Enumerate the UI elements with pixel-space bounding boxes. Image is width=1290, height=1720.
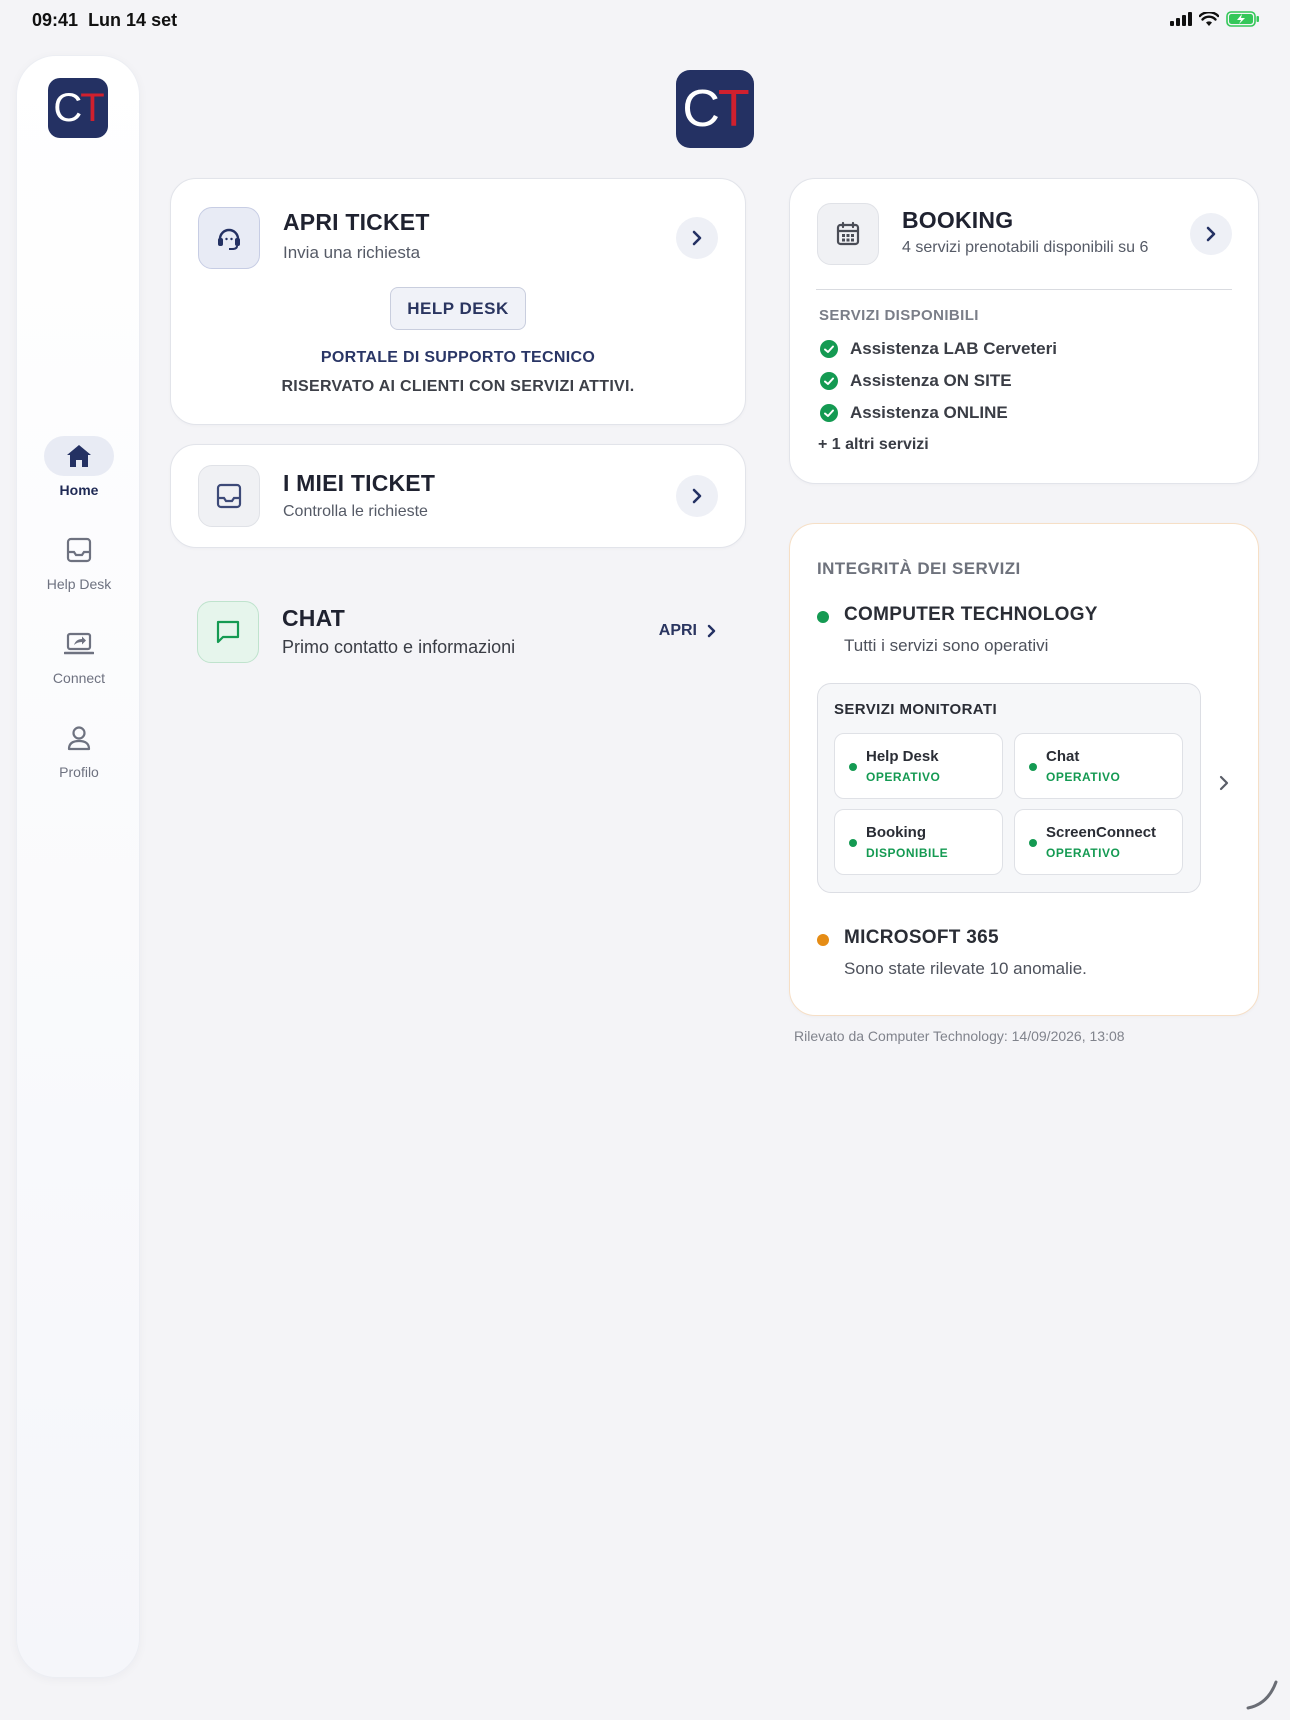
chevron-right-icon <box>1206 226 1216 242</box>
check-circle-icon <box>820 372 838 390</box>
inbox-icon-box <box>198 465 260 527</box>
service-name: Booking <box>866 824 926 841</box>
sidebar-item-connect[interactable]: Connect <box>17 624 141 686</box>
service-name: ScreenConnect <box>1046 824 1157 841</box>
service-status: DISPONIBILE <box>866 846 949 860</box>
chat-row[interactable]: CHAT Primo contatto e informazioni APRI <box>170 595 746 675</box>
status-dot-warning <box>817 934 829 946</box>
sidebar: CT Home Help Desk Connect Profilo <box>16 55 140 1678</box>
booking-arrow-button[interactable] <box>1190 213 1232 255</box>
monitored-service-chat[interactable]: Chat OPERATIVO <box>1014 733 1183 799</box>
miei-ticket-card[interactable]: I MIEI TICKET Controlla le richieste <box>170 444 746 548</box>
miei-ticket-title: I MIEI TICKET <box>283 470 436 496</box>
chevron-right-icon <box>692 230 702 246</box>
battery-charging-icon <box>1226 11 1259 27</box>
servizi-disponibili-label: SERVIZI DISPONIBILI <box>819 307 979 324</box>
sidebar-item-label: Connect <box>52 670 106 686</box>
check-circle-icon <box>820 340 838 358</box>
miei-ticket-arrow-button[interactable] <box>676 475 718 517</box>
corner-indicator <box>1246 1680 1278 1710</box>
booking-divider <box>816 289 1232 290</box>
provider-status: Tutti i servizi sono operativi <box>844 636 1049 655</box>
monitored-services-box: SERVIZI MONITORATI Help Desk OPERATIVO C… <box>817 683 1201 893</box>
provider-status: Sono state rilevate 10 anomalie. <box>844 959 1087 978</box>
chevron-right-icon <box>692 488 702 504</box>
home-icon <box>67 445 91 467</box>
booking-subtitle: 4 servizi prenotabili disponibili su 6 <box>902 239 1149 256</box>
apri-ticket-title: APRI TICKET <box>283 209 430 235</box>
chevron-right-icon <box>1219 775 1229 791</box>
status-dot <box>1029 839 1037 847</box>
laptop-share-icon <box>64 632 94 655</box>
person-icon <box>67 726 91 751</box>
status-dot-ok <box>817 611 829 623</box>
monitored-services-title: SERVIZI MONITORATI <box>834 701 998 718</box>
chat-bubble-icon <box>216 620 240 644</box>
headset-icon <box>218 228 240 250</box>
detected-timestamp: Rilevato da Computer Technology: 14/09/2… <box>794 1028 1125 1044</box>
apri-ticket-arrow-button[interactable] <box>676 217 718 259</box>
main-logo: CT <box>676 70 754 148</box>
sidebar-item-label: Home <box>59 482 99 498</box>
integrity-card: INTEGRITÀ DEI SERVIZI COMPUTER TECHNOLOG… <box>789 523 1259 1016</box>
chevron-right-icon <box>707 624 716 638</box>
apri-ticket-card[interactable]: APRI TICKET Invia una richiesta HELP DES… <box>170 178 746 425</box>
sidebar-item-profilo[interactable]: Profilo <box>17 718 141 780</box>
monitored-service-help-desk[interactable]: Help Desk OPERATIVO <box>834 733 1003 799</box>
headset-icon-box <box>198 207 260 269</box>
sidebar-item-help-desk[interactable]: Help Desk <box>17 530 141 592</box>
inbox-icon <box>66 537 92 563</box>
chat-subtitle: Primo contatto e informazioni <box>282 637 516 657</box>
signal-icon <box>1170 12 1192 26</box>
provider-name: COMPUTER TECHNOLOGY <box>844 604 1098 625</box>
check-circle-icon <box>820 404 838 422</box>
chat-open-label: APRI <box>658 622 697 639</box>
monitored-service-screenconnect[interactable]: ScreenConnect OPERATIVO <box>1014 809 1183 875</box>
status-time-date: 09:41 Lun 14 set <box>32 10 178 30</box>
sidebar-item-home[interactable]: Home <box>17 436 141 498</box>
booking-service-item: Assistenza ON SITE <box>820 371 1012 391</box>
calendar-icon-box <box>817 203 879 265</box>
booking-more-services[interactable]: + 1 altri servizi <box>818 436 929 454</box>
chat-open-link[interactable]: APRI <box>659 622 716 640</box>
wifi-icon <box>1199 11 1219 26</box>
help-desk-button[interactable]: HELP DESK <box>390 287 526 330</box>
monitored-service-booking[interactable]: Booking DISPONIBILE <box>834 809 1003 875</box>
status-dot <box>849 839 857 847</box>
portal-text-line1: PORTALE DI SUPPORTO TECNICO <box>320 349 596 366</box>
status-bar: 09:41 Lun 14 set <box>0 0 1290 40</box>
chat-icon-box <box>197 601 259 663</box>
status-dot <box>849 763 857 771</box>
service-name: Chat <box>1046 748 1080 765</box>
booking-service-item: Assistenza ONLINE <box>820 403 1008 423</box>
provider-name: MICROSOFT 365 <box>844 927 999 948</box>
status-dot <box>1029 763 1037 771</box>
status-icons <box>1170 11 1260 27</box>
booking-card[interactable]: BOOKING 4 servizi prenotabili disponibil… <box>789 178 1259 484</box>
integrity-title: INTEGRITÀ DEI SERVIZI <box>817 559 1021 578</box>
monitored-next-button[interactable] <box>1212 768 1236 798</box>
service-status: OPERATIVO <box>866 770 941 784</box>
booking-service-label: Assistenza ONLINE <box>850 403 1008 422</box>
service-name: Help Desk <box>866 748 939 765</box>
inbox-icon <box>216 483 242 509</box>
sidebar-item-label: Profilo <box>59 764 99 780</box>
booking-service-label: Assistenza LAB Cerveteri <box>850 339 1057 358</box>
booking-service-label: Assistenza ON SITE <box>850 371 1012 390</box>
miei-ticket-subtitle: Controlla le richieste <box>283 503 428 520</box>
booking-title: BOOKING <box>902 207 1014 233</box>
service-status: OPERATIVO <box>1046 770 1121 784</box>
chat-title: CHAT <box>282 605 345 631</box>
sidebar-logo[interactable]: CT <box>48 78 108 138</box>
sidebar-item-label: Help Desk <box>46 576 112 592</box>
apri-ticket-subtitle: Invia una richiesta <box>283 243 421 262</box>
booking-service-item: Assistenza LAB Cerveteri <box>820 339 1057 359</box>
portal-text-line2: RISERVATO AI CLIENTI CON SERVIZI ATTIVI. <box>281 378 635 395</box>
calendar-icon <box>836 221 860 246</box>
service-status: OPERATIVO <box>1046 846 1121 860</box>
